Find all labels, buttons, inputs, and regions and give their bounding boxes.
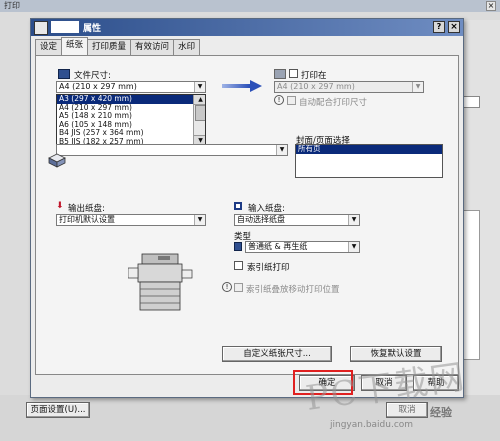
- paper-stack-icon: [48, 153, 66, 168]
- background-title: 打印: [4, 1, 20, 10]
- watermark-url: jingyan.baidu.com: [330, 420, 414, 430]
- paper-type-value: 普通纸 & 再生纸: [248, 242, 308, 251]
- output-tray-icon: ⬇: [56, 201, 64, 211]
- paper-size-label: 文件尺寸:: [74, 71, 111, 81]
- help-icon[interactable]: ?: [433, 21, 445, 33]
- print-on-value: A4 (210 x 297 mm): [277, 82, 355, 91]
- background-close-icon[interactable]: ×: [486, 1, 496, 11]
- tab-access[interactable]: 有效访问: [130, 39, 175, 55]
- printer-icon: [34, 21, 48, 35]
- index-shift-label: 索引纸叠放移动打印位置: [246, 285, 340, 295]
- dialog-title-bar: 属性 ? ×: [31, 19, 463, 36]
- paper-type-combo[interactable]: 普通纸 & 再生纸 ▼: [245, 241, 360, 253]
- paper-size-dropdown-list: A3 (297 x 420 mm) A4 (210 x 297 mm) A5 (…: [56, 94, 206, 147]
- tab-paper[interactable]: 纸张: [61, 37, 89, 55]
- chevron-down-icon: ▼: [348, 242, 359, 252]
- tab-watermark[interactable]: 水印: [173, 39, 201, 55]
- auto-fit-checkbox[interactable]: [287, 96, 296, 105]
- info-icon: !: [222, 282, 232, 292]
- input-tray-value: 自动选择纸盘: [237, 215, 285, 224]
- chevron-down-icon: ▼: [412, 82, 423, 92]
- input-tray-combo[interactable]: 自动选择纸盘 ▼: [234, 214, 360, 226]
- chevron-down-icon: ▼: [276, 145, 287, 155]
- output-tray-combo[interactable]: 打印机默认设置 ▼: [56, 214, 206, 226]
- dialog-title: 属性: [83, 24, 102, 34]
- background-title-bar: 打印: [0, 0, 500, 12]
- printer-name-box: [51, 21, 79, 33]
- close-icon[interactable]: ×: [448, 21, 460, 33]
- scroll-thumb[interactable]: [195, 105, 205, 121]
- paper-size-combo[interactable]: A4 (210 x 297 mm) ▼: [56, 81, 206, 93]
- print-on-combo[interactable]: A4 (210 x 297 mm) ▼: [274, 81, 424, 93]
- output-tray-label: 输出纸盘:: [68, 204, 105, 214]
- print-on-label: 打印在: [301, 71, 327, 81]
- input-tray-icon: [234, 202, 242, 210]
- custom-paper-size-button[interactable]: 自定义纸张尺寸...: [222, 346, 332, 362]
- chevron-down-icon: ▼: [348, 215, 359, 225]
- tab-bar: 设定 纸张 打印质量 有效访问 水印: [35, 37, 201, 55]
- watermark-badge: 经验: [430, 406, 452, 419]
- list-item[interactable]: 所有页: [296, 145, 442, 154]
- background-preview-pane: [462, 210, 480, 360]
- index-paper-label: 索引纸打印: [247, 263, 290, 273]
- cover-list: 所有页: [295, 144, 443, 178]
- page-setup-button[interactable]: 页面设置(U)...: [26, 402, 90, 418]
- input-tray-label: 输入纸盘:: [248, 204, 285, 214]
- print-on-icon: [274, 69, 286, 79]
- output-tray-value: 打印机默认设置: [59, 215, 115, 224]
- chevron-down-icon: ▼: [194, 82, 205, 92]
- tab-print-quality[interactable]: 打印质量: [87, 39, 132, 55]
- index-shift-checkbox[interactable]: [234, 283, 243, 292]
- paper-type-icon: [234, 242, 242, 251]
- print-on-checkbox[interactable]: [289, 69, 298, 78]
- paper-tab-panel: 文件尺寸: A4 (210 x 297 mm) ▼ A3 (297 x 420 …: [35, 55, 459, 375]
- paper-size-value: A4 (210 x 297 mm): [59, 82, 137, 91]
- info-icon: !: [274, 95, 284, 105]
- tab-settings[interactable]: 设定: [35, 39, 63, 55]
- printer-illustration-icon: [128, 253, 193, 311]
- chevron-down-icon: ▼: [194, 215, 205, 225]
- auto-fit-label: 自动配合打印尺寸: [299, 98, 368, 108]
- paper-size-icon: [58, 69, 70, 79]
- hidden-combo[interactable]: ▼: [56, 144, 288, 156]
- scroll-up-icon[interactable]: ▲: [194, 95, 205, 105]
- dropdown-scrollbar[interactable]: ▲ ▼: [193, 95, 205, 146]
- index-paper-checkbox[interactable]: [234, 261, 243, 270]
- properties-dialog: 属性 ? × 设定 纸张 打印质量 有效访问 水印 文件尺寸: A4 (210 …: [30, 18, 464, 398]
- arrow-right-icon: [222, 80, 262, 92]
